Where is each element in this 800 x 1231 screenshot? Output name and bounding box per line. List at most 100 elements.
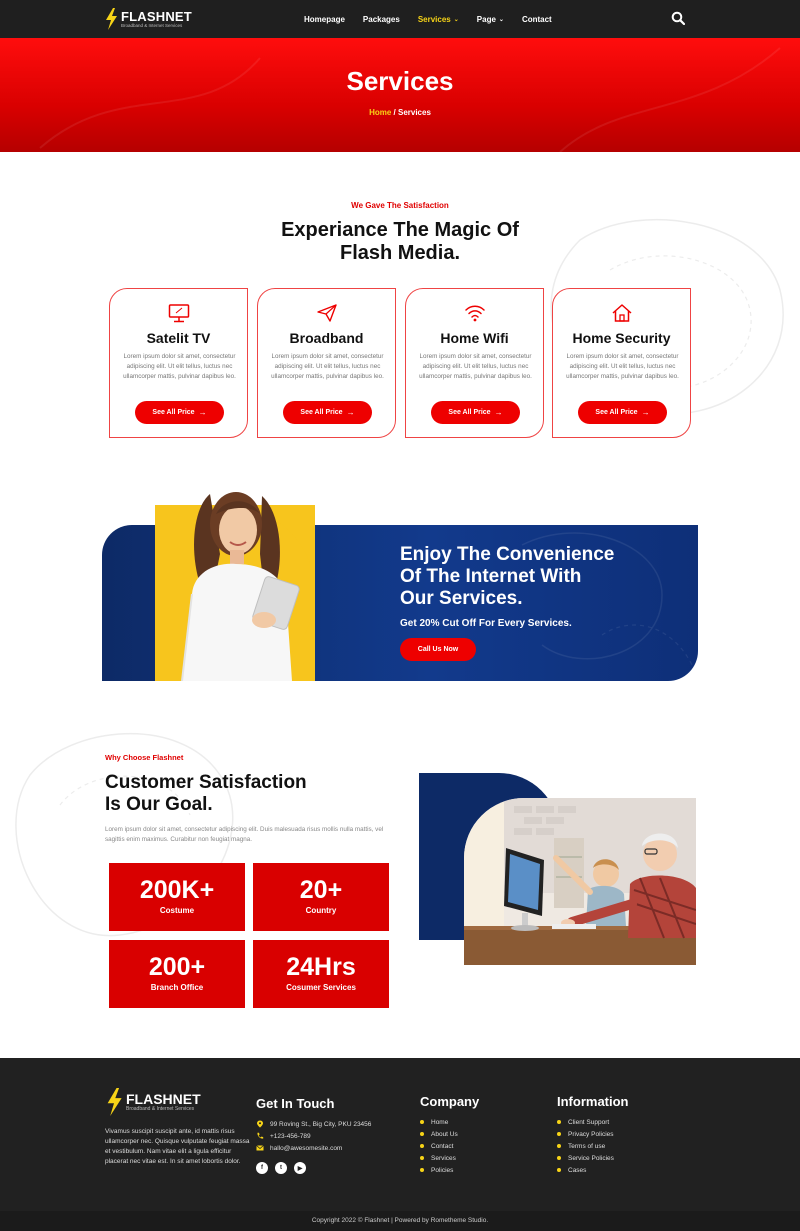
stat-value: 20+ — [299, 876, 343, 904]
bullet-icon — [420, 1168, 424, 1172]
map-pin-icon — [257, 1120, 263, 1128]
footer-link-contact[interactable]: Contact — [420, 1140, 458, 1152]
footer-information-links: Client Support Privacy Policies Terms of… — [557, 1116, 614, 1176]
see-all-price-button[interactable]: See All Price → — [283, 401, 372, 424]
service-card-broadband: Broadband Lorem ipsum dolor sit amet, co… — [257, 288, 396, 438]
service-card-home-wifi: Home Wifi Lorem ipsum dolor sit amet, co… — [405, 288, 544, 438]
footer-link-label: Client Support — [568, 1118, 610, 1126]
why-heading-line2: Is Our Goal. — [105, 794, 213, 815]
stat-box: 200+ Branch Office — [109, 940, 245, 1008]
phone-icon — [257, 1132, 264, 1139]
footer-link-service-policies[interactable]: Service Policies — [557, 1152, 614, 1164]
footer-link-about[interactable]: About Us — [420, 1128, 458, 1140]
banner-heading-line1: Enjoy The Convenience — [400, 544, 615, 565]
footer-logo[interactable]: FLASHNET Broadband & Internet Services — [105, 1088, 201, 1116]
banner-heading-line3: Our Services. — [400, 588, 523, 609]
nav-item-contact[interactable]: Contact — [522, 15, 552, 24]
footer-link-policies[interactable]: Policies — [420, 1164, 458, 1176]
search-icon[interactable] — [671, 11, 685, 25]
see-all-price-button[interactable]: See All Price → — [135, 401, 224, 424]
service-card-title: Broadband — [289, 330, 364, 346]
breadcrumb-home-link[interactable]: Home — [369, 108, 391, 117]
see-all-price-button[interactable]: See All Price → — [578, 401, 667, 424]
footer-link-label: Policies — [431, 1166, 454, 1174]
footer-link-label: Privacy Policies — [568, 1130, 614, 1138]
footer-company-links: Home About Us Contact Services Policies — [420, 1116, 458, 1176]
arrow-right-icon: → — [494, 408, 503, 417]
bullet-icon — [420, 1156, 424, 1160]
see-all-price-button[interactable]: See All Price → — [431, 401, 520, 424]
footer-link-home[interactable]: Home — [420, 1116, 458, 1128]
wifi-icon — [465, 305, 485, 322]
services-heading-line2: Flash Media. — [339, 242, 461, 264]
button-label: See All Price — [152, 409, 195, 416]
button-label: See All Price — [448, 409, 491, 416]
stat-value: 200K+ — [139, 876, 215, 904]
footer-link-label: Cases — [568, 1166, 587, 1174]
footer-link-privacy[interactable]: Privacy Policies — [557, 1128, 614, 1140]
social-links: f t ▶ — [256, 1162, 313, 1174]
contact-address: 99 Roving St., Big City, PKU 23456 — [256, 1118, 371, 1130]
contact-email[interactable]: hallo@awesomesite.com — [256, 1142, 371, 1154]
footer-link-services[interactable]: Services — [420, 1152, 458, 1164]
top-navbar: FLASHNET Broadband & Internet Services H… — [0, 0, 800, 38]
bolt-icon — [107, 1088, 122, 1116]
service-card-title: Satelit TV — [146, 330, 211, 346]
service-card-title: Home Security — [572, 330, 671, 346]
stat-value: 200+ — [148, 953, 206, 981]
banner-subtitle: Get 20% Cut Off For Every Services. — [400, 618, 572, 629]
services-heading: Experiance The Magic Of Flash Media. — [0, 219, 800, 265]
bullet-icon — [557, 1144, 561, 1148]
stat-label: Cosumer Services — [286, 983, 356, 992]
site-logo[interactable]: FLASHNET Broadband & Internet Services — [104, 8, 192, 30]
breadcrumb-current: Services — [397, 108, 431, 117]
arrow-right-icon: → — [346, 408, 355, 417]
arrow-right-icon: → — [641, 408, 650, 417]
footer-tagline: Broadband & Internet Services — [126, 1106, 195, 1112]
bullet-icon — [420, 1144, 424, 1148]
button-label: See All Price — [300, 409, 343, 416]
call-us-now-button[interactable]: Call Us Now — [400, 638, 476, 661]
woman-with-tablet-image — [181, 492, 300, 681]
footer-brand-name: FLASHNET — [126, 1091, 201, 1107]
breadcrumb: Home / Services — [0, 108, 800, 117]
nav-item-services-label: Services — [417, 14, 451, 24]
footer-link-cases[interactable]: Cases — [557, 1164, 614, 1176]
service-card-home-security: Home Security Lorem ipsum dolor sit amet… — [552, 288, 691, 438]
footer-contact-heading: Get In Touch — [256, 1096, 335, 1111]
services-heading-line1: Experiance The Magic Of — [281, 219, 519, 241]
stat-value: 24Hrs — [286, 953, 356, 981]
bullet-icon — [557, 1120, 561, 1124]
youtube-icon[interactable]: ▶ — [294, 1162, 306, 1174]
photo-illustration — [464, 798, 696, 965]
nav-item-page-label: Page — [476, 14, 496, 24]
breadcrumb-separator: / — [391, 108, 398, 117]
bullet-icon — [420, 1132, 424, 1136]
nav-item-page[interactable]: Page ⌄ — [477, 15, 504, 24]
footer-link-client-support[interactable]: Client Support — [557, 1116, 614, 1128]
stat-box: 20+ Country — [253, 863, 389, 931]
footer-company-heading: Company — [420, 1094, 480, 1109]
nav-item-services[interactable]: Services ⌄ — [418, 15, 459, 24]
service-card-desc: Lorem ipsum dolor sit amet, consectetur … — [419, 353, 532, 380]
why-heading-line1: Customer Satisfaction — [105, 772, 307, 793]
service-card-desc: Lorem ipsum dolor sit amet, consectetur … — [271, 353, 384, 380]
nav-item-packages[interactable]: Packages — [363, 15, 400, 24]
footer-link-label: Services — [431, 1154, 456, 1162]
twitter-icon[interactable]: t — [275, 1162, 287, 1174]
service-card-satelit-tv: Satelit TV Lorem ipsum dolor sit amet, c… — [109, 288, 248, 438]
bullet-icon — [557, 1132, 561, 1136]
footer-link-label: Home — [431, 1118, 449, 1126]
stat-label: Country — [305, 906, 337, 915]
contact-phone[interactable]: +123-456-789 — [256, 1130, 371, 1142]
paper-plane-icon — [317, 304, 337, 322]
nav-item-homepage[interactable]: Homepage — [304, 15, 345, 24]
bolt-icon — [106, 8, 117, 30]
facebook-icon[interactable]: f — [256, 1162, 268, 1174]
banner-heading: Enjoy The Convenience Of The Internet Wi… — [400, 544, 670, 610]
why-description: Lorem ipsum dolor sit amet, consectetur … — [105, 826, 384, 843]
footer-link-terms[interactable]: Terms of use — [557, 1140, 614, 1152]
services-kicker: We Gave The Satisfaction — [351, 201, 449, 210]
contact-phone-text: +123-456-789 — [270, 1132, 311, 1140]
email-icon — [256, 1145, 264, 1151]
